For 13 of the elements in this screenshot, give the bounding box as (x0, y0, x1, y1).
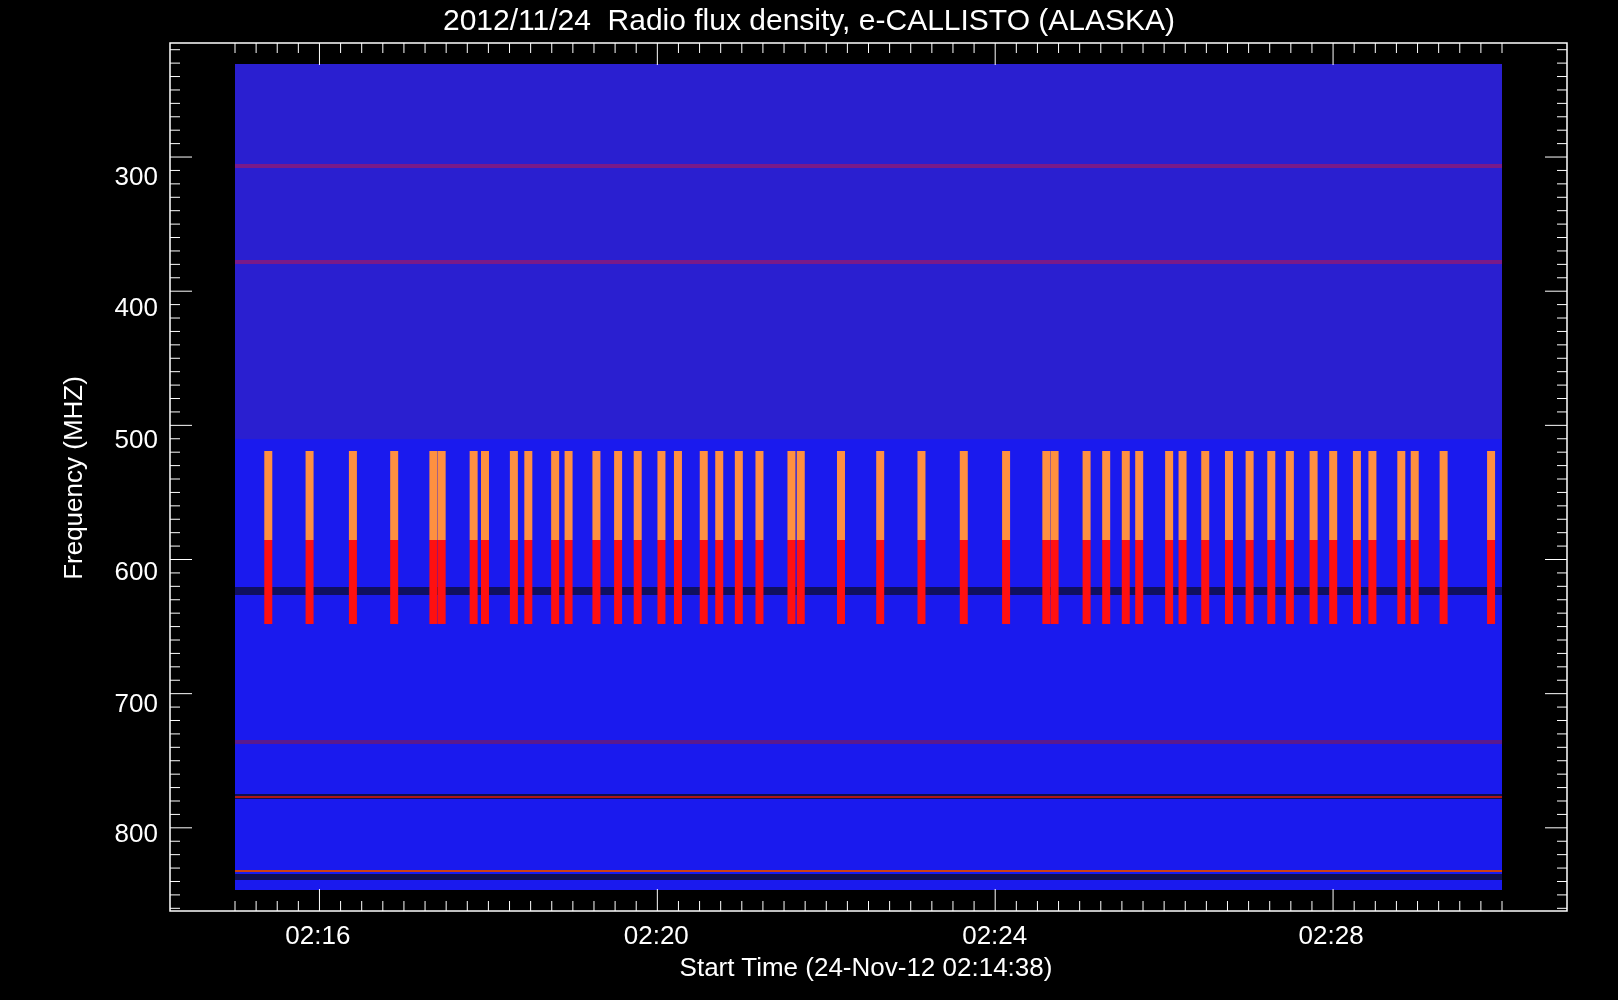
y-tick-label: 700 (114, 687, 158, 718)
x-tick-label: 02:24 (962, 920, 1028, 950)
y-tick-label: 500 (114, 423, 158, 454)
y-tick-label: 400 (114, 292, 158, 323)
y-tick-label: 600 (114, 555, 158, 586)
x-axis-label: Start Time (24-Nov-12 02:14:38) (679, 952, 1053, 982)
y-tick-label: 800 (114, 817, 158, 848)
y-tick-label: 300 (114, 161, 158, 192)
x-tick-label: 02:16 (285, 920, 351, 950)
y-axis-label: Frequency (MHZ) (58, 376, 88, 580)
chart-title: 2012/11/24 Radio flux density, e-CALLISTO (ALASKA) (442, 3, 1176, 36)
x-tick-label: 02:28 (1298, 920, 1364, 950)
x-tick-label: 02:20 (623, 920, 689, 950)
